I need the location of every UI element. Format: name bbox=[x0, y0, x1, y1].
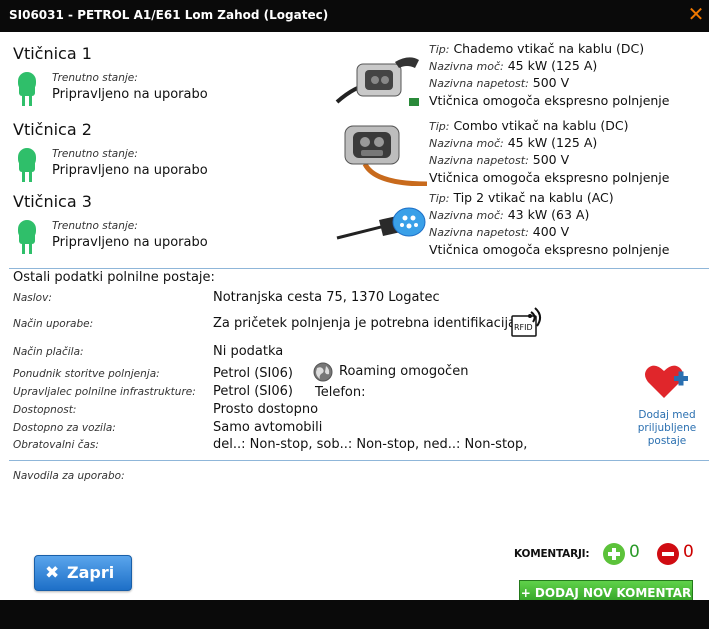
title-bar: SI06031 - PETROL A1/E61 Lom Zahod (Logat… bbox=[0, 0, 709, 32]
power-label: Nazivna moč: bbox=[429, 60, 504, 74]
tip-label: Tip: bbox=[429, 192, 450, 205]
operator-label: Upravljalec polnilne infrastrukture: bbox=[13, 386, 196, 398]
operator-value: Petrol (SI06) bbox=[213, 384, 293, 399]
state-value: Pripravljeno na uporabo bbox=[52, 87, 208, 102]
address-value: Notranjska cesta 75, 1370 Logatec bbox=[213, 290, 440, 305]
usage-row: Način uporabe: Za pričetek polnjenja je … bbox=[13, 316, 703, 336]
comments-label: KOMENTARJI: bbox=[514, 548, 590, 560]
power-value: 43 kW (63 A) bbox=[507, 207, 590, 223]
express-note: Vtičnica omogoča ekspresno polnjenje bbox=[429, 241, 670, 257]
add-favorite-button[interactable]: Dodaj med priljubljene postaje bbox=[627, 362, 707, 448]
hours-label: Obratovalni čas: bbox=[13, 439, 99, 451]
socket-2-specs: Tip: Combo vtikač na kablu (DC) Nazivna … bbox=[429, 118, 709, 186]
socket-3-specs: Tip: Tip 2 vtikač na kablu (AC) Nazivna … bbox=[429, 190, 709, 258]
chademo-plug-image bbox=[335, 57, 419, 106]
socket-name: Vtičnica 2 bbox=[13, 120, 92, 139]
state-value: Pripravljeno na uporabo bbox=[52, 235, 208, 250]
favorite-line-1: Dodaj med bbox=[638, 409, 696, 421]
voltage-value: 500 V bbox=[532, 75, 570, 91]
socket-name: Vtičnica 1 bbox=[13, 44, 92, 63]
payment-value: Ni podatka bbox=[213, 344, 284, 359]
state-value: Pripravljeno na uporabo bbox=[52, 163, 208, 178]
voltage-value: 400 V bbox=[532, 224, 570, 240]
plug-status-icon bbox=[18, 72, 36, 106]
close-button-label: Zapri bbox=[67, 563, 115, 582]
hours-row: Obratovalni čas: del..: Non-stop, sob..:… bbox=[13, 437, 703, 457]
hours-value: del..: Non-stop, sob..: Non-stop, ned..:… bbox=[213, 437, 528, 452]
voltage-label: Nazivna napetost: bbox=[429, 226, 529, 240]
usage-label: Način uporabe: bbox=[13, 318, 94, 330]
power-value: 45 kW (125 A) bbox=[507, 58, 598, 74]
power-label: Nazivna moč: bbox=[429, 137, 504, 151]
voltage-label: Nazivna napetost: bbox=[429, 154, 529, 168]
state-label: Trenutno stanje: bbox=[52, 148, 138, 160]
favorite-line-3: postaje bbox=[647, 435, 687, 447]
close-icon[interactable]: ✕ bbox=[687, 4, 705, 24]
minus-icon[interactable] bbox=[657, 543, 679, 565]
socket-1-specs: Tip: Chademo vtikač na kablu (DC) Nazivn… bbox=[429, 41, 709, 109]
socket-2: Vtičnica 2 Trenutno stanje: Pripravljeno… bbox=[9, 118, 339, 194]
globe-icon bbox=[313, 362, 333, 382]
state-label: Trenutno stanje: bbox=[52, 72, 138, 84]
tip-value: Combo vtikač na kablu (DC) bbox=[453, 118, 629, 133]
socket-name: Vtičnica 3 bbox=[13, 192, 92, 211]
close-x-icon: ✖ bbox=[45, 563, 60, 583]
address-row: Naslov: Notranjska cesta 75, 1370 Logate… bbox=[13, 290, 703, 310]
tip-value: Tip 2 vtikač na kablu (AC) bbox=[453, 190, 614, 205]
access-row: Dostopnost: Prosto dostopno bbox=[13, 402, 703, 422]
usage-value: Za pričetek polnjenja je potrebna identi… bbox=[213, 316, 521, 331]
express-note: Vtičnica omogoča ekspresno polnjenje bbox=[429, 92, 670, 108]
power-label: Nazivna moč: bbox=[429, 209, 504, 223]
express-note: Vtičnica omogoča ekspresno polnjenje bbox=[429, 169, 670, 185]
provider-label: Ponudnik storitve polnjenja: bbox=[13, 368, 160, 380]
combo-plug-image bbox=[344, 125, 427, 186]
close-button[interactable]: ✖ Zapri bbox=[34, 555, 132, 591]
section-divider bbox=[9, 268, 709, 269]
payment-label: Način plačila: bbox=[13, 346, 84, 358]
access-value: Prosto dostopno bbox=[213, 402, 319, 417]
other-data-title: Ostali podatki polnilne postaje: bbox=[13, 270, 215, 285]
phone-label: Telefon: bbox=[315, 385, 366, 400]
access-label: Dostopnost: bbox=[13, 404, 77, 416]
address-label: Naslov: bbox=[13, 292, 52, 304]
voltage-value: 500 V bbox=[532, 152, 570, 168]
thumbs-up-plus-icon[interactable] bbox=[603, 543, 625, 565]
bottom-bar bbox=[0, 600, 709, 629]
plug-status-icon bbox=[18, 148, 36, 182]
plug-status-icon bbox=[18, 220, 36, 254]
socket-1: Vtičnica 1 Trenutno stanje: Pripravljeno… bbox=[9, 42, 339, 118]
power-value: 45 kW (125 A) bbox=[507, 135, 598, 151]
heart-plus-icon bbox=[645, 365, 688, 398]
favorite-line-2: priljubljene bbox=[637, 422, 697, 434]
instructions-label: Navodila za uporabo: bbox=[13, 470, 125, 482]
rfid-icon: RFID bbox=[511, 307, 541, 337]
rfid-text: RFID bbox=[514, 323, 533, 332]
tip-label: Tip: bbox=[429, 120, 450, 133]
station-dialog: Vtičnica 1 Trenutno stanje: Pripravljeno… bbox=[9, 32, 709, 606]
state-label: Trenutno stanje: bbox=[52, 220, 138, 232]
voltage-label: Nazivna napetost: bbox=[429, 77, 529, 91]
vehicles-label: Dostopno za vozila: bbox=[13, 422, 116, 434]
type2-plug-image bbox=[336, 207, 426, 240]
window-title: SI06031 - PETROL A1/E61 Lom Zahod (Logat… bbox=[9, 8, 329, 22]
vehicles-value: Samo avtomobili bbox=[213, 420, 323, 435]
instructions-divider bbox=[9, 460, 709, 461]
provider-value: Petrol (SI06) bbox=[213, 366, 293, 381]
likes-count: 0 bbox=[629, 542, 640, 562]
roaming-text: Roaming omogočen bbox=[339, 364, 469, 379]
tip-label: Tip: bbox=[429, 43, 450, 56]
dislikes-count: 0 bbox=[683, 542, 694, 562]
payment-row: Način plačila: Ni podatka bbox=[13, 344, 703, 364]
socket-3: Vtičnica 3 Trenutno stanje: Pripravljeno… bbox=[9, 190, 339, 266]
tip-value: Chademo vtikač na kablu (DC) bbox=[453, 41, 645, 56]
